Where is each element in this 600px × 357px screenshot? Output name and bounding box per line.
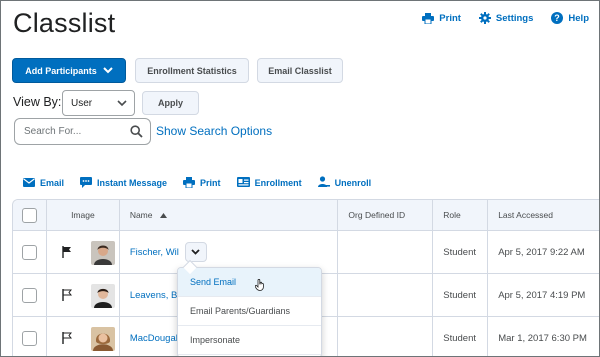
row-checkbox-cell (13, 231, 47, 273)
apply-button[interactable]: Apply (142, 91, 199, 115)
show-search-options-link[interactable]: Show Search Options (156, 124, 272, 138)
row-image-cell (47, 231, 120, 273)
print-link[interactable]: Print (422, 12, 461, 24)
header-role: Role (433, 200, 489, 230)
envelope-icon (23, 177, 35, 189)
header-last-accessed: Last Accessed (498, 210, 553, 220)
row-last-accessed: Mar 1, 2017 6:30 PM (498, 332, 587, 344)
row-image-cell (47, 274, 120, 316)
view-by-label: View By: (13, 95, 62, 109)
chat-icon (80, 176, 93, 190)
settings-link-label: Settings (495, 12, 534, 24)
menu-item-send-email[interactable]: Send Email (178, 268, 321, 297)
unenroll-action-label: Unenroll (334, 178, 372, 188)
print-link-label: Print (439, 12, 461, 24)
mouse-cursor-icon (254, 278, 264, 296)
flag-outline-icon[interactable] (62, 332, 72, 347)
row-image-cell (47, 317, 120, 356)
header-checkbox-cell (13, 200, 47, 230)
menu-item-impersonate[interactable]: Impersonate (178, 326, 321, 355)
enrollment-statistics-button[interactable]: Enrollment Statistics (135, 58, 249, 83)
settings-link[interactable]: Settings (478, 12, 534, 24)
view-by-select[interactable]: User (62, 90, 135, 116)
row-role: Student (433, 317, 489, 356)
row-role: Student (433, 274, 489, 316)
add-participants-label: Add Participants (25, 65, 97, 76)
instant-message-label: Instant Message (97, 178, 168, 188)
row-checkbox[interactable] (22, 330, 37, 346)
top-links: Print Settings ? Help (422, 12, 589, 24)
action-bar: Email Instant Message Print Enrollment U… (23, 176, 371, 190)
printer-icon (422, 12, 435, 24)
header-name-label: Name (129, 210, 153, 220)
search-input[interactable]: Search For... (14, 118, 151, 145)
chevron-down-icon (191, 247, 201, 258)
remove-user-icon (317, 176, 330, 190)
flag-outline-icon[interactable] (62, 289, 72, 304)
row-checkbox[interactable] (22, 244, 37, 260)
menu-item-email-parents[interactable]: Email Parents/Guardians (178, 297, 321, 326)
row-role: Student (433, 231, 489, 273)
instant-message-action[interactable]: Instant Message (80, 176, 167, 190)
avatar (90, 327, 115, 351)
row-org-id (338, 231, 434, 273)
print-action-label: Print (200, 178, 221, 188)
page-title: Classlist (13, 8, 116, 38)
chevron-down-icon (117, 99, 127, 110)
user-name-link[interactable]: Fischer, Wil (130, 247, 179, 258)
header-name[interactable]: Name (120, 200, 339, 230)
row-org-id (338, 317, 434, 356)
unenroll-action[interactable]: Unenroll (317, 176, 372, 190)
context-menu-button[interactable] (184, 242, 207, 262)
row-checkbox[interactable] (22, 287, 37, 303)
enrollment-action-label: Enrollment (254, 178, 302, 188)
classlist-page: Classlist Print Settings ? Help Add Part… (0, 0, 600, 357)
email-action-label: Email (40, 178, 65, 188)
svg-text:?: ? (555, 13, 561, 23)
add-participants-button[interactable]: Add Participants (12, 58, 126, 83)
row-org-id (338, 274, 434, 316)
sort-ascending-icon (159, 210, 167, 220)
header-org-id: Org Defined ID (338, 200, 434, 230)
flag-icon[interactable] (62, 246, 72, 261)
help-link[interactable]: ? Help (551, 12, 589, 24)
header-image: Image (47, 200, 120, 230)
enrollment-action[interactable]: Enrollment (236, 176, 302, 190)
email-classlist-button[interactable]: Email Classlist (257, 58, 343, 83)
search-icon[interactable] (130, 125, 143, 141)
row-checkbox-cell (13, 317, 47, 356)
id-card-icon (236, 177, 250, 189)
printer-icon (183, 176, 196, 190)
chevron-down-icon (103, 66, 113, 76)
gear-icon (478, 12, 491, 24)
avatar (90, 241, 115, 265)
row-last-accessed: Apr 5, 2017 9:22 AM (498, 246, 585, 258)
context-menu: Send Email Email Parents/Guardians Imper… (177, 267, 322, 356)
table-header: Image Name Org Defined ID Role Last Acce… (13, 200, 599, 231)
view-by-value: User (71, 97, 93, 109)
help-link-label: Help (568, 12, 589, 24)
select-all-checkbox[interactable] (22, 207, 37, 223)
row-last-accessed: Apr 5, 2017 4:19 PM (498, 289, 586, 301)
row-checkbox-cell (13, 274, 47, 316)
print-action[interactable]: Print (183, 176, 221, 190)
avatar (90, 284, 115, 308)
help-icon: ? (551, 12, 564, 24)
search-placeholder: Search For... (24, 126, 82, 137)
email-action[interactable]: Email (23, 176, 64, 190)
